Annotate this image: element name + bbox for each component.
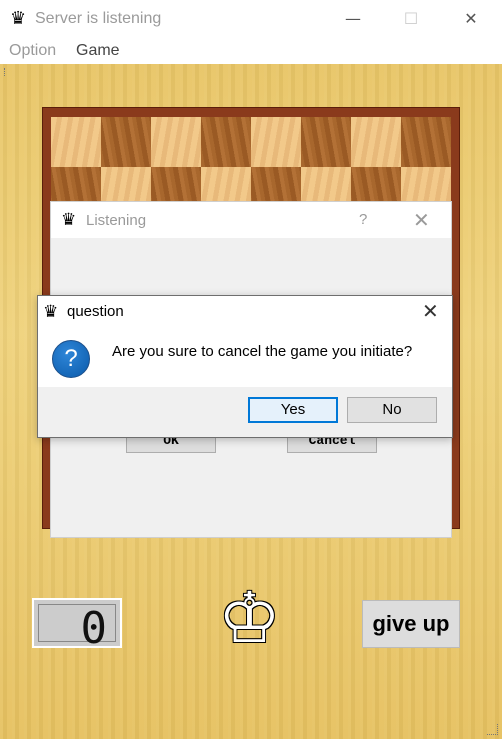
menu-option[interactable]: Option [9, 42, 56, 60]
chessboard[interactable] [51, 117, 452, 201]
board-square[interactable] [151, 167, 201, 201]
listening-title: Listening [86, 212, 147, 229]
yes-button[interactable]: Yes [248, 397, 338, 423]
board-square[interactable] [301, 117, 351, 167]
maximize-button[interactable]: ☐ [388, 4, 434, 34]
board-square[interactable] [201, 167, 251, 201]
score-display: 0 [32, 598, 122, 654]
score-digit: 0 [80, 603, 108, 654]
queen-icon: ♛ [43, 302, 59, 322]
board-square[interactable] [251, 117, 301, 167]
question-message: Are you sure to cancel the game you init… [112, 343, 413, 360]
menubar: Option Game [0, 38, 502, 64]
question-dialog: ♛ question ✕ ? Are you sure to cancel th… [37, 295, 453, 438]
close-button[interactable]: ✕ [448, 4, 494, 34]
board-square[interactable] [351, 117, 401, 167]
board-square[interactable] [401, 117, 451, 167]
listening-titlebar: ♛ Listening ? ✕ [51, 202, 451, 238]
board-square[interactable] [201, 117, 251, 167]
menu-game[interactable]: Game [76, 42, 120, 60]
give-up-button[interactable]: give up [362, 600, 460, 648]
board-square[interactable] [101, 167, 151, 201]
board-square[interactable] [251, 167, 301, 201]
question-icon: ? [52, 340, 90, 378]
queen-icon: ♛ [10, 8, 27, 29]
board-square[interactable] [51, 167, 101, 201]
board-square[interactable] [301, 167, 351, 201]
queen-icon: ♛ [61, 210, 77, 230]
resize-grip[interactable] [487, 724, 498, 735]
help-button[interactable]: ? [359, 211, 367, 228]
window-titlebar: ♛ Server is listening — ☐ ✕ [0, 0, 502, 38]
score-inner: 0 [38, 603, 116, 654]
question-close-button[interactable]: ✕ [422, 299, 439, 323]
board-square[interactable] [401, 167, 451, 201]
board-square[interactable] [101, 117, 151, 167]
question-titlebar: ♛ question ✕ [38, 296, 452, 328]
king-icon: ♔ [218, 577, 281, 659]
board-square[interactable] [51, 117, 101, 167]
board-square[interactable] [151, 117, 201, 167]
no-button[interactable]: No [347, 397, 437, 423]
question-title: question [67, 303, 124, 320]
listening-close-button[interactable]: ✕ [413, 208, 430, 232]
window-title: Server is listening [35, 10, 162, 27]
board-square[interactable] [351, 167, 401, 201]
toolbar-grip[interactable] [4, 68, 9, 76]
minimize-button[interactable]: — [330, 4, 376, 34]
